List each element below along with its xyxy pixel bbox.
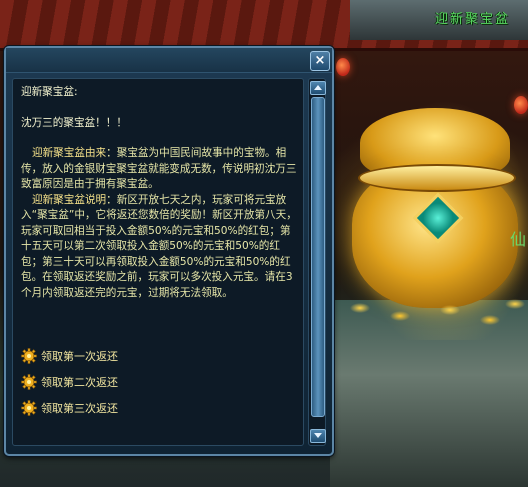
close-button[interactable]: × [310,51,330,71]
action-label[interactable]: 领取第三次返还 [41,400,118,416]
lantern-icon [336,58,350,76]
scroll-thumb[interactable] [311,97,325,417]
origin-label: 迎新聚宝盆由来 [32,147,107,159]
gear-icon [21,348,37,364]
event-dialog: × 迎新聚宝盆: 沈万三的聚宝盆！！！ 迎新聚宝盆由来：聚宝盆为中国民间故事中的… [4,46,334,456]
vertical-scrollbar[interactable] [308,78,326,446]
scroll-up-button[interactable] [310,81,326,95]
claim-first-return-link[interactable]: 领取第一次返还 [21,347,297,365]
claim-third-return-link[interactable]: 领取第三次返还 [21,399,297,417]
origin-paragraph: 迎新聚宝盆由来：聚宝盆为中国民间故事中的宝物。相传，放入的金银财宝聚宝盆就能变成… [21,146,297,193]
rules-paragraph: 迎新聚宝盆说明：新区开放七天之内，玩家可将元宝放入“聚宝盆”中，它将返还您数倍的… [21,193,297,302]
scene-title: 迎新聚宝盆 [434,12,510,27]
rules-label: 迎新聚宝盆说明 [32,193,107,206]
reward-actions: 领取第一次返还 领取第二次返还 领取第三次返还 [21,347,297,425]
rules-text: ：新区开放七天之内，玩家可将元宝放入“聚宝盆”中，它将返还您数倍的奖励！新区开放… [21,193,297,299]
gear-icon [21,374,37,390]
treasure-bowl-rim [358,164,516,192]
scroll-down-button[interactable] [310,429,326,443]
action-label[interactable]: 领取第二次返还 [41,374,118,390]
action-label[interactable]: 领取第一次返还 [41,348,118,364]
gear-icon [21,400,37,416]
description-text: 迎新聚宝盆: 沈万三的聚宝盆！！！ 迎新聚宝盆由来：聚宝盆为中国民间故事中的宝物… [21,85,297,301]
dialog-titlebar[interactable]: × [6,48,332,73]
claim-second-return-link[interactable]: 领取第二次返还 [21,373,297,391]
gold-coins [340,290,528,330]
scene-side-text: 仙 [509,230,526,249]
dialog-heading: 迎新聚宝盆: [21,86,78,98]
dialog-content: 迎新聚宝盆: 沈万三的聚宝盆！！！ 迎新聚宝盆由来：聚宝盆为中国民间故事中的宝物… [12,78,304,446]
greeting-text: 沈万三的聚宝盆！！！ [21,116,127,129]
